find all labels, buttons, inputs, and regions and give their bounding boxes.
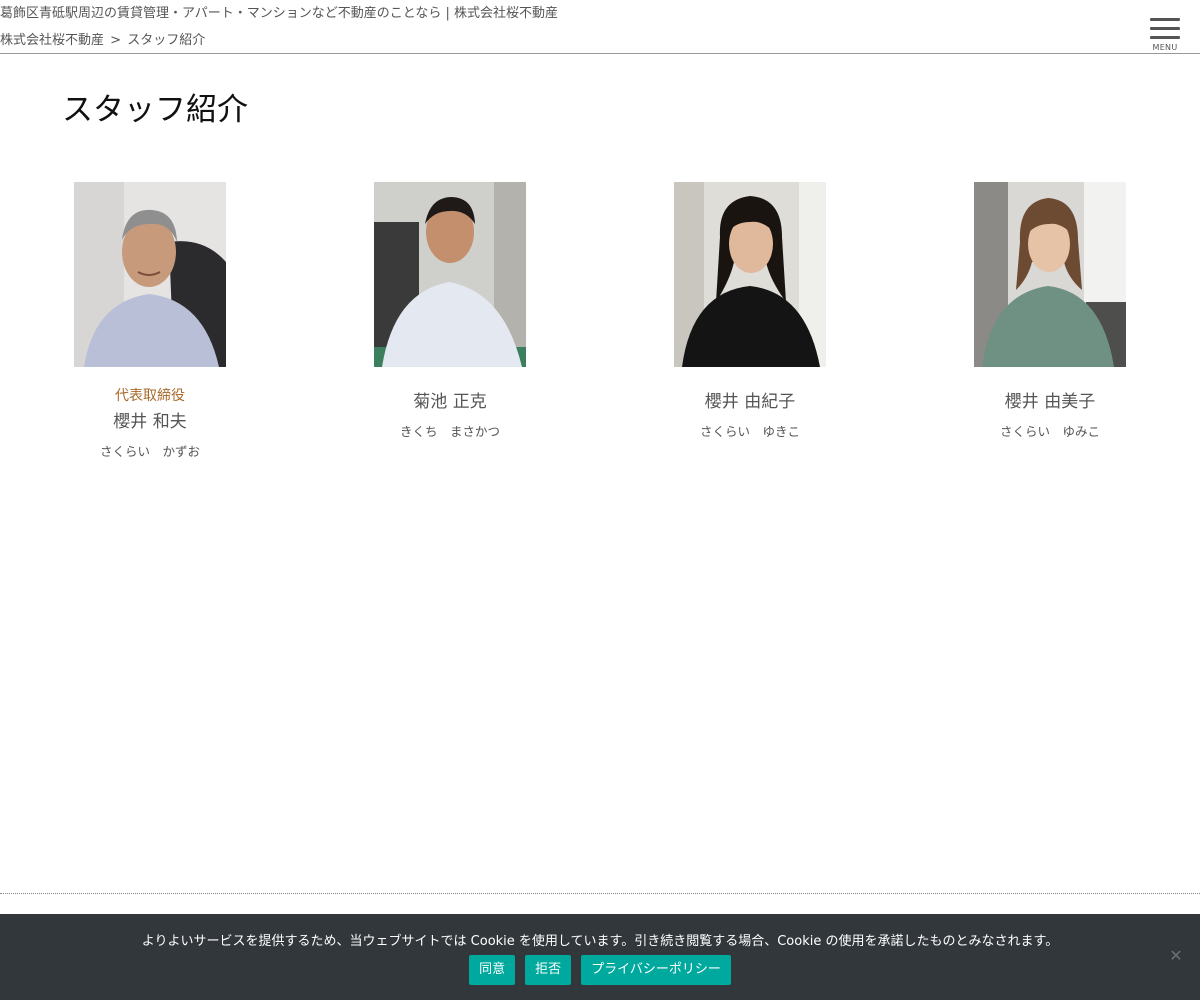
hamburger-icon-bar <box>1150 36 1180 39</box>
staff-photo <box>974 182 1126 367</box>
staff-list: 代表取締役 櫻井 和夫 さくらい かずお 菊池 正克 きくち まさかつ 櫻井 由… <box>0 182 1200 482</box>
page-title: スタッフ紹介 <box>62 92 248 128</box>
staff-photo-image <box>374 182 526 367</box>
staff-kana: きくち まさかつ <box>399 424 500 439</box>
staff-card-sakurai-kazuo: 代表取締役 櫻井 和夫 さくらい かずお <box>0 182 300 460</box>
staff-card-sakurai-yumiko: 櫻井 由美子 さくらい ゆみこ <box>900 182 1200 440</box>
staff-photo <box>374 182 526 367</box>
hamburger-icon <box>1150 18 1180 21</box>
site-title[interactable]: 葛飾区青砥駅周辺の賃貸管理・アパート・マンションなど不動産のことなら | 株式会… <box>0 2 558 21</box>
close-icon[interactable]: ✕ <box>1168 948 1184 964</box>
cookie-reject-button[interactable]: 拒否 <box>525 955 572 985</box>
staff-name: 櫻井 由紀子 <box>704 392 796 412</box>
footer-divider <box>0 893 1200 894</box>
cookie-message: よりよいサービスを提供するため、当ウェブサイトでは Cookie を使用していま… <box>141 934 1059 949</box>
menu-label: MENU <box>1152 43 1178 52</box>
staff-photo-image <box>74 182 226 367</box>
hamburger-menu-button[interactable]: MENU <box>1148 18 1182 58</box>
breadcrumb-separator: > <box>110 33 122 48</box>
staff-kana: さくらい かずお <box>99 444 200 459</box>
breadcrumb-current: スタッフ紹介 <box>127 33 206 48</box>
breadcrumb: 株式会社桜不動産 > スタッフ紹介 <box>0 29 205 48</box>
staff-name: 菊池 正克 <box>413 392 487 412</box>
cookie-consent-banner: よりよいサービスを提供するため、当ウェブサイトでは Cookie を使用していま… <box>0 914 1200 1000</box>
staff-role: 代表取締役 <box>115 388 185 404</box>
breadcrumb-home-link[interactable]: 株式会社桜不動産 <box>0 33 104 48</box>
staff-photo <box>674 182 826 367</box>
cookie-buttons: 同意 拒否 プライバシーポリシー <box>0 955 1200 985</box>
staff-kana: さくらい ゆみこ <box>999 424 1100 439</box>
staff-photo-image <box>674 182 826 367</box>
site-header: 葛飾区青砥駅周辺の賃貸管理・アパート・マンションなど不動産のことなら | 株式会… <box>0 0 1200 54</box>
staff-card-kikuchi-masakatsu: 菊池 正克 きくち まさかつ <box>300 182 600 440</box>
staff-card-sakurai-yukiko: 櫻井 由紀子 さくらい ゆきこ <box>600 182 900 440</box>
staff-kana: さくらい ゆきこ <box>699 424 800 439</box>
hamburger-icon-bar <box>1150 27 1180 30</box>
privacy-policy-button[interactable]: プライバシーポリシー <box>581 955 731 985</box>
staff-photo <box>74 182 226 367</box>
staff-name: 櫻井 由美子 <box>1004 392 1096 412</box>
staff-name: 櫻井 和夫 <box>113 412 187 432</box>
cookie-accept-button[interactable]: 同意 <box>469 955 516 985</box>
staff-photo-image <box>974 182 1126 367</box>
